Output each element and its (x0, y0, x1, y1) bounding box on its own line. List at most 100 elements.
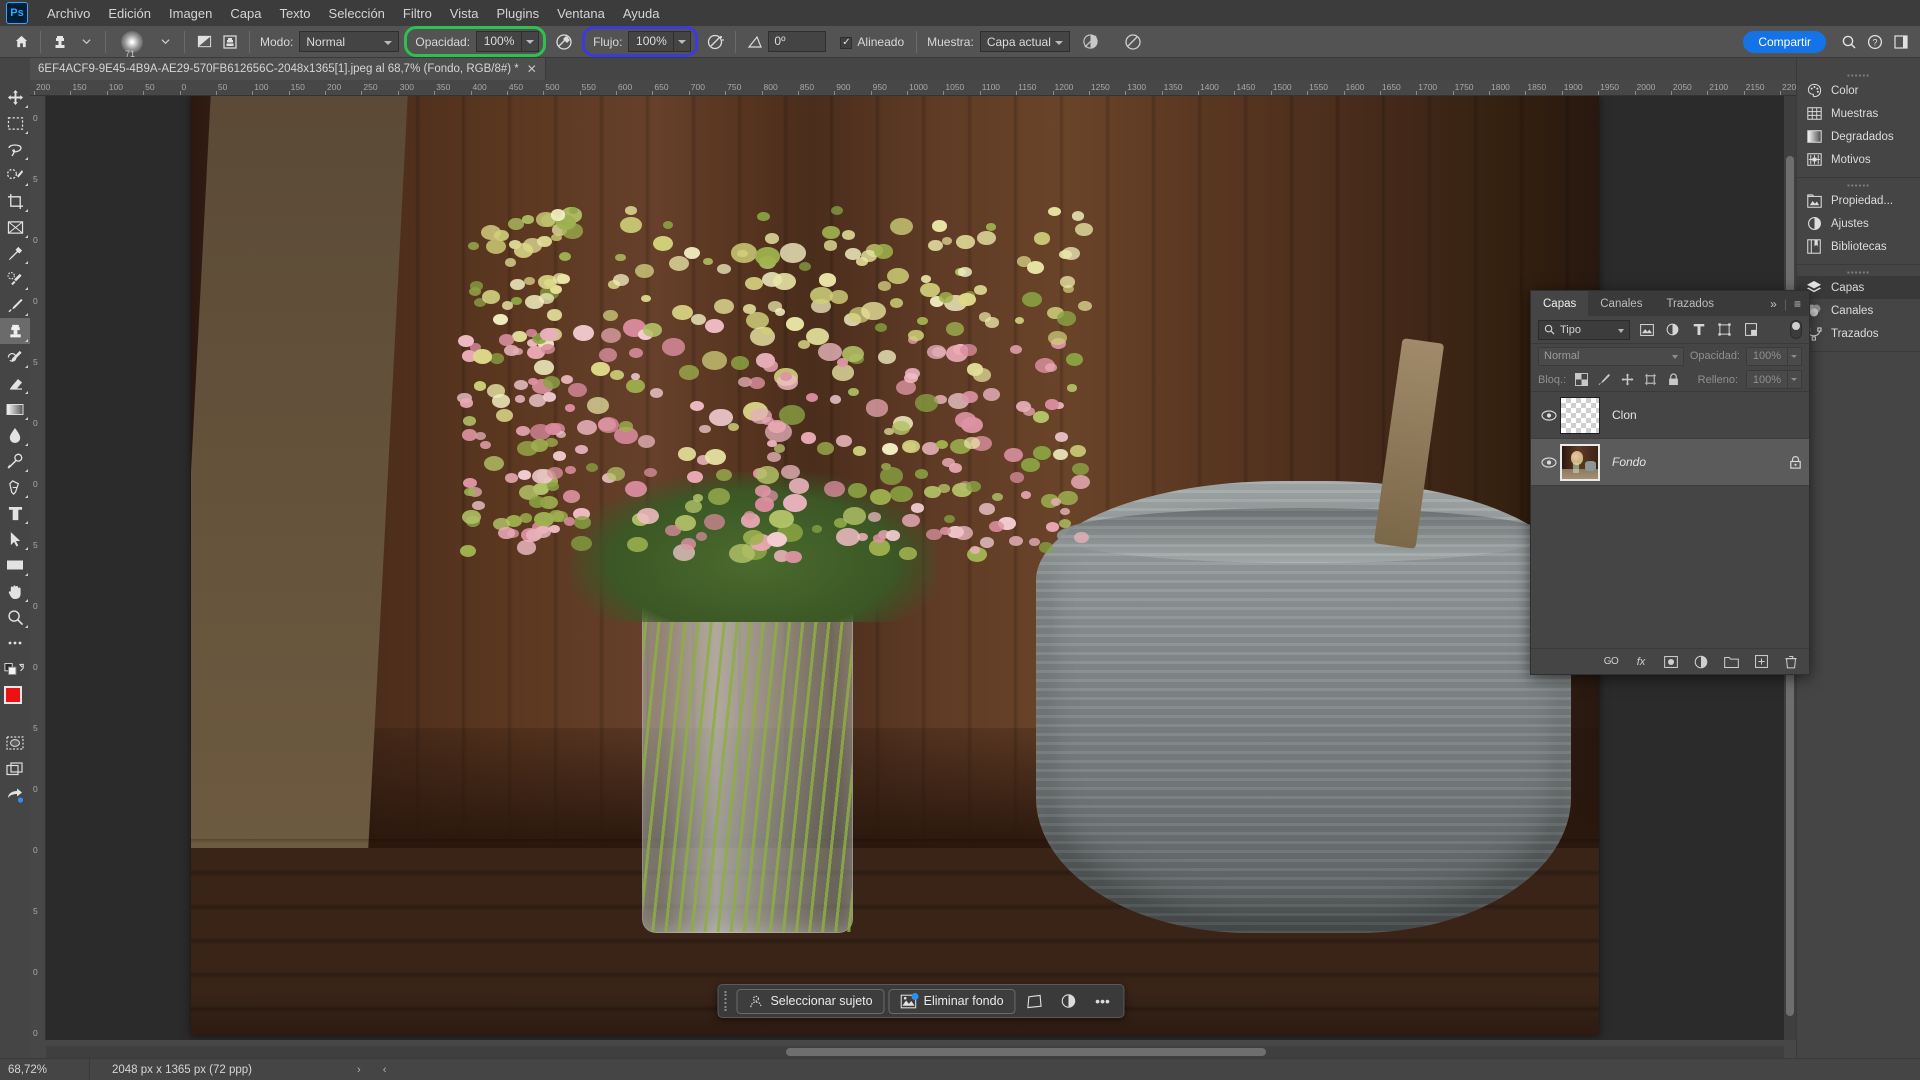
delete-layer-icon[interactable] (1783, 654, 1799, 670)
drag-handle[interactable] (724, 991, 728, 1011)
color-chips[interactable] (0, 684, 32, 724)
table-row[interactable]: Clon (1531, 392, 1809, 439)
type-tool[interactable] (0, 500, 30, 526)
fill-stepper[interactable] (1788, 370, 1802, 389)
lock-position-icon[interactable] (1620, 372, 1635, 387)
brush-settings-panel-icon[interactable] (191, 30, 217, 54)
dock-item-motivos[interactable]: Motivos (1797, 148, 1920, 171)
flow-stepper[interactable] (674, 31, 692, 52)
menu-edicion[interactable]: Edición (99, 2, 160, 25)
menu-plugins[interactable]: Plugins (487, 2, 548, 25)
layer-thumbnail[interactable] (1560, 396, 1600, 434)
more-options-icon[interactable]: ••• (1088, 988, 1118, 1014)
vertical-ruler[interactable]: 0 5 0 0 5 0 0 5 0 0 5 0 0 5 0 0 (30, 96, 46, 1040)
clone-source-panel-icon[interactable] (217, 30, 243, 54)
quick-mask-icon[interactable] (0, 730, 30, 756)
ignore-adjustment-layers-icon[interactable] (1078, 30, 1104, 54)
lock-transparent-pixels-icon[interactable] (1574, 372, 1589, 387)
dock-grip[interactable]: ▪▪▪▪▪▪ (1797, 181, 1920, 190)
pressure-controls-size-icon[interactable] (1120, 30, 1146, 54)
zoom-level-field[interactable]: 68,72% (0, 1058, 90, 1080)
status-prev-icon[interactable]: ‹ (383, 1064, 387, 1076)
image-artboard[interactable] (191, 96, 1599, 1036)
flow-input[interactable]: 100% (628, 31, 675, 52)
dock-item-color[interactable]: Color (1797, 79, 1920, 102)
menu-archivo[interactable]: Archivo (38, 2, 99, 25)
dock-item-ajustes[interactable]: Ajustes (1797, 212, 1920, 235)
menu-seleccion[interactable]: Selección (320, 2, 394, 25)
menu-filtro[interactable]: Filtro (394, 2, 441, 25)
filter-enable-toggle[interactable] (1790, 320, 1802, 339)
canvas-horizontal-scrollbar[interactable] (46, 1046, 1784, 1058)
opacity-input[interactable]: 100% (476, 31, 523, 52)
blend-mode-select[interactable]: Normal (1538, 346, 1684, 366)
tab-capas[interactable]: Capas (1531, 291, 1589, 316)
dock-item-trazados[interactable]: Trazados (1797, 322, 1920, 345)
menu-imagen[interactable]: Imagen (160, 2, 221, 25)
layer-visibility-toggle[interactable] (1538, 409, 1560, 421)
menu-capa[interactable]: Capa (221, 2, 270, 25)
layer-filter-kind-select[interactable]: Tipo (1538, 319, 1630, 340)
move-tool[interactable] (0, 84, 30, 110)
sample-select[interactable]: Capa actual (979, 31, 1070, 52)
workspace-switcher-icon[interactable] (1888, 30, 1914, 54)
layer-mask-icon[interactable] (1663, 654, 1679, 670)
new-layer-icon[interactable] (1753, 654, 1769, 670)
filter-pixel-icon[interactable] (1637, 320, 1656, 339)
eraser-tool[interactable] (0, 370, 30, 396)
adjustment-icon[interactable] (1054, 988, 1084, 1014)
history-brush-tool[interactable] (0, 344, 30, 370)
fill-input[interactable]: 100% (1746, 370, 1788, 389)
remove-background-button[interactable]: Eliminar fondo (888, 988, 1016, 1014)
layer-visibility-toggle[interactable] (1538, 456, 1560, 468)
filter-adjustment-icon[interactable] (1663, 320, 1682, 339)
contextual-task-bar[interactable]: Seleccionar sujeto Eliminar fondo ••• (717, 984, 1125, 1018)
dock-item-propiedades[interactable]: Propiedad... (1797, 189, 1920, 212)
brush-preset-picker[interactable]: 71 (112, 27, 152, 59)
clone-stamp-tool-preset-icon[interactable] (47, 30, 73, 54)
dock-grip[interactable]: ▪▪▪▪▪▪ (1797, 71, 1920, 80)
photoshop-logo-icon[interactable]: Ps (6, 2, 28, 24)
layer-style-icon[interactable]: fx (1633, 654, 1649, 670)
eyedropper-tool[interactable] (0, 240, 30, 266)
close-icon[interactable]: ✕ (527, 62, 537, 76)
lock-image-pixels-icon[interactable] (1597, 372, 1612, 387)
aligned-checkbox[interactable]: Alineado (840, 35, 910, 49)
lock-artboard-nesting-icon[interactable] (1643, 372, 1658, 387)
opacity-stepper[interactable] (522, 31, 540, 52)
edit-toolbar-more-icon[interactable] (0, 630, 30, 656)
new-fill-adjustment-layer-icon[interactable] (1693, 654, 1709, 670)
help-icon[interactable]: ? (1862, 30, 1888, 54)
dodge-tool[interactable] (0, 448, 30, 474)
layer-name[interactable]: Clon (1612, 408, 1637, 422)
transform-icon[interactable] (1020, 988, 1050, 1014)
clone-stamp-tool[interactable] (0, 318, 30, 344)
layer-opacity-stepper[interactable] (1788, 346, 1802, 366)
blur-tool[interactable] (0, 422, 30, 448)
layer-name[interactable]: Fondo (1612, 455, 1646, 469)
horizontal-scroll-thumb[interactable] (786, 1048, 1266, 1056)
brush-tool[interactable] (0, 292, 30, 318)
dock-item-bibliotecas[interactable]: Bibliotecas (1797, 235, 1920, 258)
home-icon[interactable] (8, 30, 34, 54)
link-layers-icon[interactable]: GO (1603, 654, 1619, 670)
layer-opacity-input[interactable]: 100% (1746, 346, 1788, 366)
dock-grip[interactable]: ▪▪▪▪▪▪ (1797, 268, 1920, 277)
filter-shape-icon[interactable] (1715, 320, 1734, 339)
tool-preset-chevron-down-icon[interactable] (73, 30, 99, 54)
gradient-tool[interactable] (0, 396, 30, 422)
spot-healing-brush-tool[interactable] (0, 266, 30, 292)
table-row[interactable]: Fondo (1531, 439, 1809, 486)
share-button[interactable]: Compartir (1743, 30, 1826, 53)
layers-list[interactable]: Clon Fondo (1531, 392, 1809, 648)
pressure-controls-opacity-icon[interactable] (551, 30, 577, 54)
menu-ventana[interactable]: Ventana (548, 2, 614, 25)
airbrush-icon[interactable] (703, 30, 729, 54)
path-selection-tool[interactable] (0, 526, 30, 552)
panel-collapse-icon[interactable]: » (1770, 297, 1777, 311)
crop-tool[interactable] (0, 188, 30, 214)
lasso-tool[interactable] (0, 136, 30, 162)
default-colors-icon[interactable] (0, 656, 30, 682)
share-tool-icon[interactable] (0, 782, 30, 808)
dock-item-canales[interactable]: Canales (1797, 299, 1920, 322)
